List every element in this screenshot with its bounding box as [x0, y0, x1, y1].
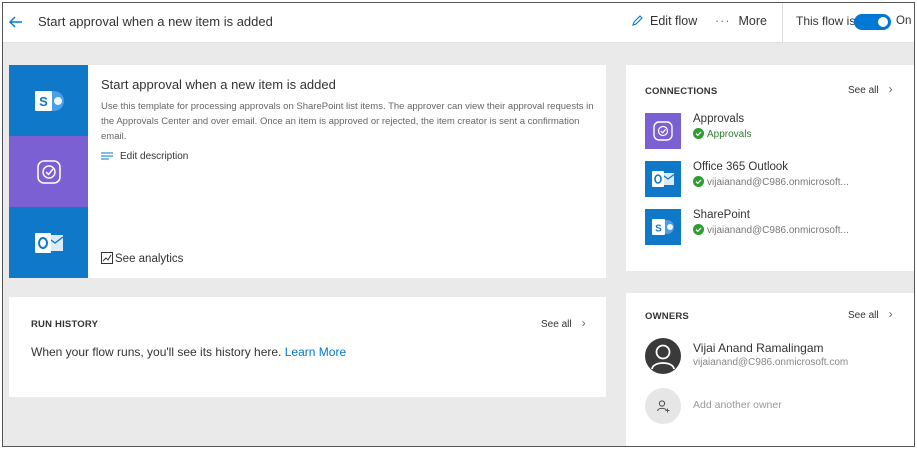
connection-name: Office 365 Outlook [693, 161, 789, 173]
divider [782, 3, 783, 43]
chevron-right-icon: › [888, 307, 893, 321]
owner-avatar [645, 338, 681, 374]
summary-description: Use this template for processing approva… [101, 101, 594, 142]
run-history-text: When your flow runs, you'll see its hist… [31, 345, 282, 359]
approvals-tile [9, 136, 88, 207]
check-circle-icon [693, 224, 704, 235]
flow-summary-panel: S Start approval when a new item is adde… [9, 65, 606, 278]
owner-name: Vijai Anand Ramalingam [693, 341, 824, 355]
connection-name: SharePoint [693, 209, 750, 221]
approvals-icon [645, 113, 681, 149]
add-person-icon [656, 400, 670, 413]
see-all-label: See all [541, 319, 572, 330]
svg-text:S: S [39, 94, 48, 109]
flow-on-toggle[interactable] [854, 14, 891, 30]
add-owner-link[interactable]: Add another owner [693, 399, 782, 411]
see-analytics-label: See analytics [115, 253, 184, 265]
connections-panel: CONNECTIONS See all › Approvals Approvals [626, 65, 914, 271]
connection-outlook[interactable]: Office 365 Outlook vijaianand@C986.onmic… [645, 161, 910, 201]
owners-panel: OWNERS See all › Vijai Anand Ramalingam v… [626, 293, 914, 446]
run-history-message: When your flow runs, you'll see its hist… [31, 345, 346, 359]
connections-see-all[interactable]: See all › [848, 82, 893, 96]
pencil-icon [632, 15, 643, 26]
sharepoint-icon: S [34, 90, 64, 111]
owner-email: vijaianand@C986.onmicrosoft.com [693, 357, 849, 368]
connection-subtitle: Approvals [707, 129, 752, 140]
outlook-tile [9, 207, 88, 278]
approvals-icon [36, 159, 61, 184]
more-label: More [738, 14, 767, 28]
connection-status: vijaianand@C986.onmicrosoft... [693, 224, 849, 236]
ellipsis-icon: ··· [715, 14, 731, 28]
back-arrow-icon[interactable] [7, 13, 25, 31]
connection-name: Approvals [693, 113, 745, 125]
connection-subtitle: vijaianand@C986.onmicrosoft... [707, 177, 849, 188]
app-window: Start approval when a new item is added … [2, 2, 915, 447]
edit-flow-label: Edit flow [650, 14, 698, 28]
sharepoint-icon: S [645, 209, 681, 245]
run-history-heading: RUN HISTORY [31, 319, 99, 330]
flow-state-label: This flow is [796, 14, 856, 28]
owners-see-all[interactable]: See all › [848, 307, 893, 321]
check-circle-icon [693, 176, 704, 187]
connection-subtitle: vijaianand@C986.onmicrosoft... [707, 225, 849, 236]
see-analytics-link[interactable]: See analytics [101, 252, 183, 265]
top-bar: Start approval when a new item is added … [3, 3, 914, 43]
sharepoint-tile: S [9, 65, 88, 136]
connector-icon-strip: S [9, 65, 88, 278]
connection-status: Approvals [693, 128, 751, 140]
connection-sharepoint[interactable]: S SharePoint vijaianand@C986.onmicrosoft… [645, 209, 910, 249]
connections-heading: CONNECTIONS [645, 86, 718, 97]
run-history-panel: RUN HISTORY See all › When your flow runs… [9, 297, 606, 397]
edit-lines-icon [101, 152, 113, 160]
summary-title: Start approval when a new item is added [101, 77, 336, 92]
analytics-chart-icon [101, 252, 113, 264]
toggle-state-label: On [896, 15, 912, 27]
edit-description-label: Edit description [120, 151, 189, 162]
owners-heading: OWNERS [645, 311, 689, 322]
add-owner-avatar[interactable] [645, 388, 681, 424]
check-circle-icon [693, 128, 704, 139]
outlook-icon [34, 232, 63, 253]
more-button[interactable]: ··· More [715, 14, 767, 28]
flow-title: Start approval when a new item is added [38, 14, 273, 29]
chevron-right-icon: › [581, 316, 586, 330]
person-icon [651, 344, 675, 370]
see-all-label: See all [848, 85, 879, 96]
connection-status: vijaianand@C986.onmicrosoft... [693, 176, 849, 188]
see-all-label: See all [848, 310, 879, 321]
chevron-right-icon: › [888, 82, 893, 96]
svg-text:S: S [655, 224, 662, 235]
learn-more-link[interactable]: Learn More [285, 345, 346, 359]
connection-approvals[interactable]: Approvals Approvals [645, 113, 910, 153]
run-history-see-all[interactable]: See all › [541, 316, 586, 330]
edit-description-link[interactable]: Edit description [101, 151, 188, 162]
outlook-icon [645, 161, 681, 197]
edit-flow-button[interactable]: Edit flow [631, 14, 697, 28]
